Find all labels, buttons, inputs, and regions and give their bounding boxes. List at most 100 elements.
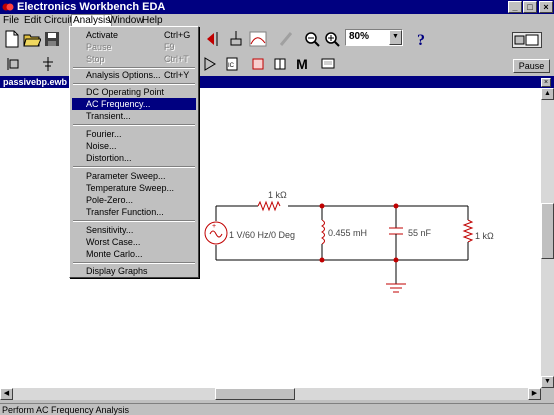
close-button[interactable]: × bbox=[539, 1, 553, 13]
menu-item-transfer-function[interactable]: Transfer Function... bbox=[72, 206, 196, 218]
logic-gate-icon bbox=[252, 58, 264, 70]
menu-separator bbox=[73, 124, 195, 126]
scroll-down-icon[interactable]: ▼ bbox=[541, 376, 554, 388]
menu-analysis[interactable]: Analysis bbox=[71, 14, 113, 26]
pause-button[interactable]: Pause bbox=[513, 59, 550, 73]
menu-item-stop: Stop Ctrl+T bbox=[86, 54, 189, 64]
scroll-up-icon[interactable]: ▲ bbox=[541, 88, 554, 100]
ac-source-symbol: + bbox=[204, 221, 228, 245]
menu-item-dc-operating-point[interactable]: DC Operating Point bbox=[72, 86, 196, 98]
sources-bin-button[interactable] bbox=[38, 54, 58, 74]
zoom-select[interactable]: 80% ▼ bbox=[345, 29, 403, 46]
power-switch-icon bbox=[514, 34, 539, 46]
menu-edit[interactable]: Edit bbox=[24, 14, 41, 27]
menu-separator bbox=[73, 262, 195, 264]
ground-tool-button[interactable] bbox=[226, 29, 246, 49]
zoom-in-button[interactable] bbox=[322, 29, 342, 49]
parts-bin-icon bbox=[7, 58, 19, 70]
menu-item-temperature-sweep[interactable]: Temperature Sweep... bbox=[72, 182, 196, 194]
menu-file[interactable]: File bbox=[3, 14, 19, 27]
digital-button[interactable] bbox=[270, 54, 290, 74]
help-button[interactable]: ? bbox=[412, 29, 432, 49]
vertical-scrollbar[interactable]: ▲ ▼ bbox=[541, 88, 554, 388]
digital-ic-button[interactable]: IC bbox=[222, 54, 242, 74]
graph-button[interactable] bbox=[248, 29, 268, 49]
parts-bin-button[interactable] bbox=[2, 54, 22, 74]
zoom-value: 80% bbox=[349, 31, 370, 42]
menu-item-analysis-options[interactable]: Analysis Options... Ctrl+Y bbox=[72, 69, 196, 81]
graph-icon bbox=[249, 31, 267, 47]
menu-separator bbox=[73, 220, 195, 222]
menu-item-distortion[interactable]: Distortion... bbox=[72, 152, 196, 164]
probe-icon bbox=[230, 31, 242, 46]
menu-item-pause: Pause F9 bbox=[86, 42, 175, 52]
flip-icon bbox=[207, 32, 218, 46]
series-resistor-symbol bbox=[257, 200, 281, 212]
load-resistor-label: 1 kΩ bbox=[475, 231, 494, 241]
zoom-out-button[interactable] bbox=[302, 29, 322, 49]
save-button[interactable] bbox=[42, 29, 62, 49]
document-close-button[interactable]: × bbox=[541, 78, 551, 87]
new-file-icon bbox=[5, 30, 19, 48]
scroll-right-icon[interactable]: ▶ bbox=[528, 388, 541, 400]
horizontal-scroll-thumb[interactable] bbox=[215, 388, 295, 400]
menu-separator bbox=[73, 83, 195, 85]
menu-item-worst-case[interactable]: Worst Case... bbox=[72, 236, 196, 248]
flip-button[interactable] bbox=[202, 29, 222, 49]
menu-item-noise[interactable]: Noise... bbox=[72, 140, 196, 152]
folder-open-icon bbox=[23, 34, 41, 47]
inductor-symbol bbox=[321, 219, 325, 245]
chevron-down-icon[interactable]: ▼ bbox=[389, 30, 402, 45]
menu-separator bbox=[73, 166, 195, 168]
maximize-button[interactable]: □ bbox=[523, 1, 537, 13]
app-icon bbox=[2, 3, 14, 11]
analog-ic-button[interactable] bbox=[200, 54, 220, 74]
svg-text:IC: IC bbox=[228, 63, 235, 69]
new-file-button[interactable] bbox=[2, 29, 22, 49]
pencil-icon bbox=[279, 32, 293, 46]
ic-chip-icon: IC bbox=[226, 57, 238, 71]
opamp-icon bbox=[204, 57, 216, 71]
junction-dot bbox=[319, 257, 325, 263]
logic-gates-button[interactable] bbox=[248, 54, 268, 74]
status-bar: Perform AC Frequency Analysis bbox=[0, 403, 554, 415]
instruments-button[interactable] bbox=[318, 54, 338, 74]
junction-dot bbox=[393, 203, 399, 209]
menu-item-monte-carlo[interactable]: Monte Carlo... bbox=[72, 248, 196, 260]
junction-dot bbox=[393, 257, 399, 263]
wire-tool-button[interactable] bbox=[276, 29, 296, 49]
series-resistor-label: 1 kΩ bbox=[268, 190, 287, 200]
menu-item-display-graphs[interactable]: Display Graphs bbox=[72, 265, 196, 277]
junction-dot bbox=[319, 203, 325, 209]
floppy-disk-icon bbox=[45, 32, 59, 46]
scroll-left-icon[interactable]: ◀ bbox=[0, 388, 13, 400]
power-switch[interactable] bbox=[512, 32, 542, 48]
menu-item-ac-frequency[interactable]: AC Frequency... bbox=[72, 98, 196, 110]
analysis-menu: Activate Ctrl+G Pause F9 Stop Ctrl+T Analys… bbox=[69, 26, 199, 278]
minimize-button[interactable]: _ bbox=[508, 1, 522, 13]
title-bar: Electronics Workbench EDA _ □ × bbox=[0, 0, 554, 14]
menu-item-parameter-sweep[interactable]: Parameter Sweep... bbox=[72, 170, 196, 182]
horizontal-scrollbar[interactable]: ◀ ▶ bbox=[0, 388, 541, 400]
help-icon: ? bbox=[417, 32, 425, 47]
capacitor-label: 55 nF bbox=[408, 228, 432, 238]
components-label: M bbox=[296, 56, 308, 72]
zoom-out-icon bbox=[305, 32, 320, 47]
source-label: 1 V/60 Hz/0 Deg bbox=[229, 230, 295, 240]
menu-item-sensitivity[interactable]: Sensitivity... bbox=[72, 224, 196, 236]
components-button[interactable]: M bbox=[292, 54, 312, 74]
menu-item-fourier[interactable]: Fourier... bbox=[72, 128, 196, 140]
menu-item-transient[interactable]: Transient... bbox=[72, 110, 196, 122]
inductor-label: 0.455 mH bbox=[328, 228, 367, 238]
menu-item-pole-zero[interactable]: Pole-Zero... bbox=[72, 194, 196, 206]
vertical-scroll-thumb[interactable] bbox=[541, 203, 554, 259]
sources-icon bbox=[43, 57, 53, 71]
svg-text:+: + bbox=[212, 223, 216, 230]
zoom-in-icon bbox=[325, 32, 340, 47]
svg-text:?: ? bbox=[417, 32, 425, 47]
menu-item-activate[interactable]: Activate Ctrl+G bbox=[72, 29, 196, 41]
instrument-icon bbox=[321, 58, 335, 69]
open-file-button[interactable] bbox=[22, 29, 42, 49]
load-resistor-symbol bbox=[462, 219, 474, 243]
digital-icon bbox=[274, 58, 286, 70]
